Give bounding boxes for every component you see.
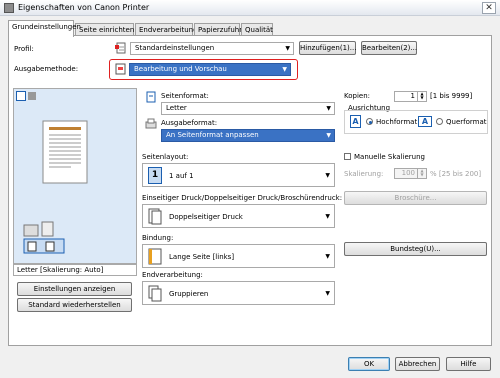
landscape-radio[interactable] (436, 118, 443, 125)
output-format-dropdown[interactable]: An Seitenformat anpassen ▼ (161, 129, 335, 142)
finishing-dropdown[interactable]: Gruppieren ▼ (142, 281, 335, 305)
landscape-icon: A (418, 116, 432, 127)
finishing-label: Endverarbeitung: (142, 271, 203, 279)
printer-device-icon (23, 221, 65, 254)
restore-defaults-button[interactable]: Standard wiederherstellen (17, 298, 132, 312)
scaling-range: % [25 bis 200] (430, 170, 482, 178)
profile-value: Standardeinstellungen (135, 44, 215, 52)
output-format-value: An Seitenformat anpassen (166, 131, 259, 139)
preview-status-text: Letter [Skalierung: Auto] (17, 266, 104, 274)
chevron-down-icon: ▼ (326, 132, 331, 139)
page-format-label: Seitenformat: (161, 92, 209, 100)
page-format-value: Letter (166, 104, 187, 112)
ok-button[interactable]: OK (348, 357, 390, 371)
binding-label: Bindung: (142, 234, 174, 242)
chevron-down-icon: ▼ (325, 290, 330, 297)
duplex-label: Einseitiger Druck/Doppelseitiger Druck/B… (142, 194, 343, 202)
output-format-icon (145, 118, 157, 129)
preview-pane (13, 88, 137, 264)
output-method-dropdown[interactable]: Bearbeitung und Vorschau ▼ (129, 63, 291, 76)
show-settings-button[interactable]: Einstellungen anzeigen (17, 282, 132, 296)
brochure-button[interactable]: Broschüre... (344, 191, 487, 205)
copies-value: 1 (410, 92, 415, 100)
output-format-label: Ausgabeformat: (161, 119, 218, 127)
copies-label: Kopien: (344, 92, 371, 100)
page-layout-dropdown[interactable]: 1 1 auf 1 ▼ (142, 163, 335, 187)
spinner-arrows-icon[interactable]: ▲ ▼ (417, 92, 426, 101)
page-layout-icon: 1 (148, 167, 162, 184)
window-title: Eigenschaften von Canon Printer (18, 3, 150, 12)
preview-status-box: Letter [Skalierung: Auto] (13, 264, 137, 276)
gutter-button[interactable]: Bundsteg(U)... (344, 242, 487, 256)
duplex-icon (148, 208, 162, 225)
output-method-value: Bearbeitung und Vorschau (134, 65, 227, 73)
binding-icon (148, 248, 162, 265)
portrait-radio[interactable] (366, 118, 373, 125)
chevron-down-icon: ▼ (325, 172, 330, 179)
output-method-icon (115, 63, 126, 75)
collate-icon (148, 285, 162, 302)
copies-range: [1 bis 9999] (430, 92, 473, 100)
cancel-button[interactable]: Abbrechen (395, 357, 440, 371)
tab-grundeinstellungen[interactable]: Grundeinstellungen (8, 20, 81, 37)
duplex-value: Doppelseitiger Druck (169, 213, 243, 221)
page-format-icon (146, 91, 156, 103)
binding-value: Lange Seite [links] (169, 253, 235, 261)
profile-dropdown[interactable]: Standardeinstellungen ▼ (130, 42, 294, 55)
chevron-down-icon: ▼ (326, 105, 331, 112)
page-preview-image (42, 120, 88, 184)
output-method-label: Ausgabemethode: (14, 65, 79, 73)
chevron-down-icon: ▼ (325, 253, 330, 260)
title-bar: Eigenschaften von Canon Printer ✕ (0, 0, 500, 16)
spinner-arrows-icon[interactable]: ▲ ▼ (417, 169, 426, 178)
printer-app-icon (4, 3, 14, 13)
copies-input[interactable]: 1 ▲ ▼ (394, 91, 427, 102)
preview-mode-icons (16, 91, 36, 101)
scaling-input[interactable]: 100 ▲ ▼ (394, 168, 427, 179)
manual-scaling-checkbox[interactable] (344, 153, 351, 160)
add-profile-button[interactable]: Hinzufügen(1)... (299, 41, 356, 55)
scaling-label: Skalierung: (344, 170, 384, 178)
binding-dropdown[interactable]: Lange Seite [links] ▼ (142, 244, 335, 268)
chevron-down-icon: ▼ (282, 66, 287, 73)
page-layout-value: 1 auf 1 (169, 172, 194, 180)
duplex-dropdown[interactable]: Doppelseitiger Druck ▼ (142, 204, 335, 228)
chevron-down-icon: ▼ (285, 45, 290, 52)
portrait-label: Hochformat (376, 118, 418, 126)
portrait-icon: A (350, 115, 361, 128)
profile-label: Profil: (14, 45, 34, 53)
landscape-label: Querformat (446, 118, 487, 126)
settings-panel: Profil: Standardeinstellungen ▼ Hinzufüg… (8, 35, 492, 346)
close-button[interactable]: ✕ (482, 2, 496, 14)
scaling-value: 100 (401, 169, 415, 177)
page-format-dropdown[interactable]: Letter ▼ (161, 102, 335, 115)
chevron-down-icon: ▼ (325, 213, 330, 220)
page-layout-label: Seitenlayout: (142, 153, 189, 161)
manual-scaling-label: Manuelle Skalierung (354, 153, 425, 161)
profile-icon (115, 42, 126, 54)
help-button[interactable]: Hilfe (446, 357, 491, 371)
edit-profile-button[interactable]: Bearbeiten(2)... (361, 41, 417, 55)
finishing-value: Gruppieren (169, 290, 209, 298)
